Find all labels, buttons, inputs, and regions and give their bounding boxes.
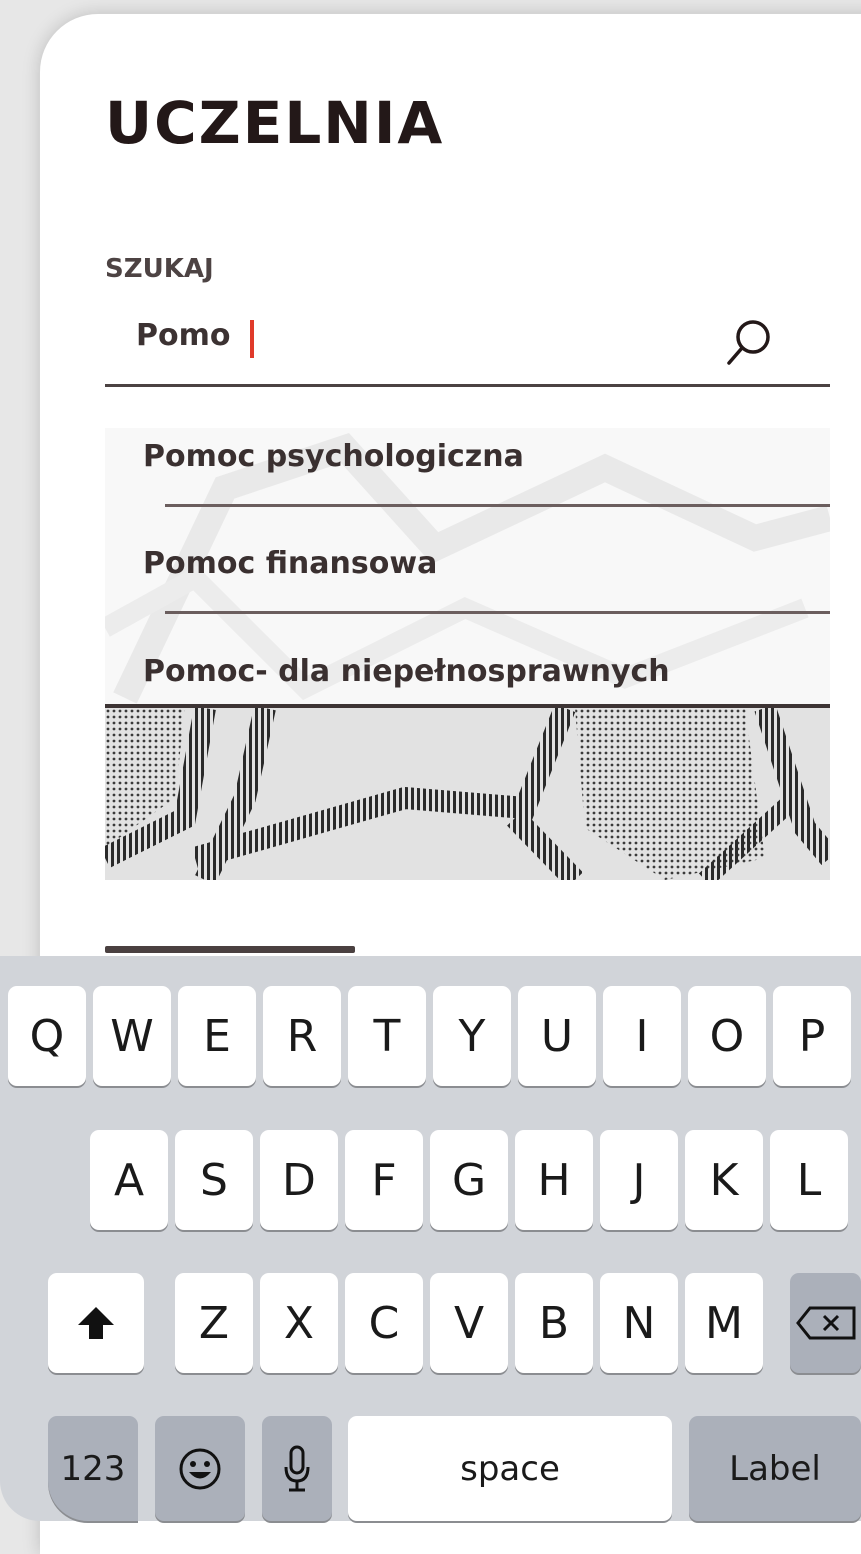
campus-map-image: [105, 708, 830, 880]
space-key[interactable]: space: [348, 1416, 672, 1521]
search-input[interactable]: [136, 318, 696, 353]
emoji-key[interactable]: [155, 1416, 245, 1521]
key-j[interactable]: J: [600, 1130, 678, 1230]
key-g[interactable]: G: [430, 1130, 508, 1230]
key-n[interactable]: N: [600, 1273, 678, 1373]
key-p[interactable]: P: [773, 986, 851, 1086]
app-title: UCZELNIA: [105, 89, 445, 157]
on-screen-keyboard: Q W E R T Y U I O P A S D F G H J K L Z …: [0, 956, 861, 1521]
shift-arrow-icon: [78, 1307, 114, 1339]
key-f[interactable]: F: [345, 1130, 423, 1230]
return-key[interactable]: Label: [689, 1416, 861, 1521]
microphone-key[interactable]: [262, 1416, 332, 1521]
shift-key[interactable]: [48, 1273, 144, 1373]
key-d[interactable]: D: [260, 1130, 338, 1230]
key-w[interactable]: W: [93, 986, 171, 1086]
key-a[interactable]: A: [90, 1130, 168, 1230]
microphone-icon: [284, 1445, 310, 1491]
key-q[interactable]: Q: [8, 986, 86, 1086]
key-u[interactable]: U: [518, 986, 596, 1086]
key-x[interactable]: X: [260, 1273, 338, 1373]
backspace-key[interactable]: [790, 1273, 861, 1373]
key-l[interactable]: L: [770, 1130, 848, 1230]
suggestion-divider: [165, 611, 830, 614]
suggestion-divider: [165, 504, 830, 507]
emoji-icon: [179, 1448, 221, 1489]
search-icon[interactable]: [725, 316, 775, 368]
search-label: SZUKAJ: [105, 254, 214, 284]
key-i[interactable]: I: [603, 986, 681, 1086]
key-k[interactable]: K: [685, 1130, 763, 1230]
key-o[interactable]: O: [688, 986, 766, 1086]
key-t[interactable]: T: [348, 986, 426, 1086]
key-v[interactable]: V: [430, 1273, 508, 1373]
key-r[interactable]: R: [263, 986, 341, 1086]
key-b[interactable]: B: [515, 1273, 593, 1373]
key-c[interactable]: C: [345, 1273, 423, 1373]
key-e[interactable]: E: [178, 986, 256, 1086]
key-y[interactable]: Y: [433, 986, 511, 1086]
search-underline: [105, 384, 830, 387]
key-s[interactable]: S: [175, 1130, 253, 1230]
backspace-icon: [795, 1306, 855, 1340]
text-caret: [250, 320, 254, 358]
page-indicator-bar: [105, 946, 355, 953]
suggestion-item[interactable]: Pomoc- dla niepełnosprawnych: [143, 654, 843, 689]
suggestion-item[interactable]: Pomoc finansowa: [143, 546, 843, 581]
numbers-key[interactable]: 123: [48, 1416, 138, 1521]
key-h[interactable]: H: [515, 1130, 593, 1230]
suggestion-item[interactable]: Pomoc psychologiczna: [143, 439, 843, 474]
key-z[interactable]: Z: [175, 1273, 253, 1373]
key-m[interactable]: M: [685, 1273, 763, 1373]
